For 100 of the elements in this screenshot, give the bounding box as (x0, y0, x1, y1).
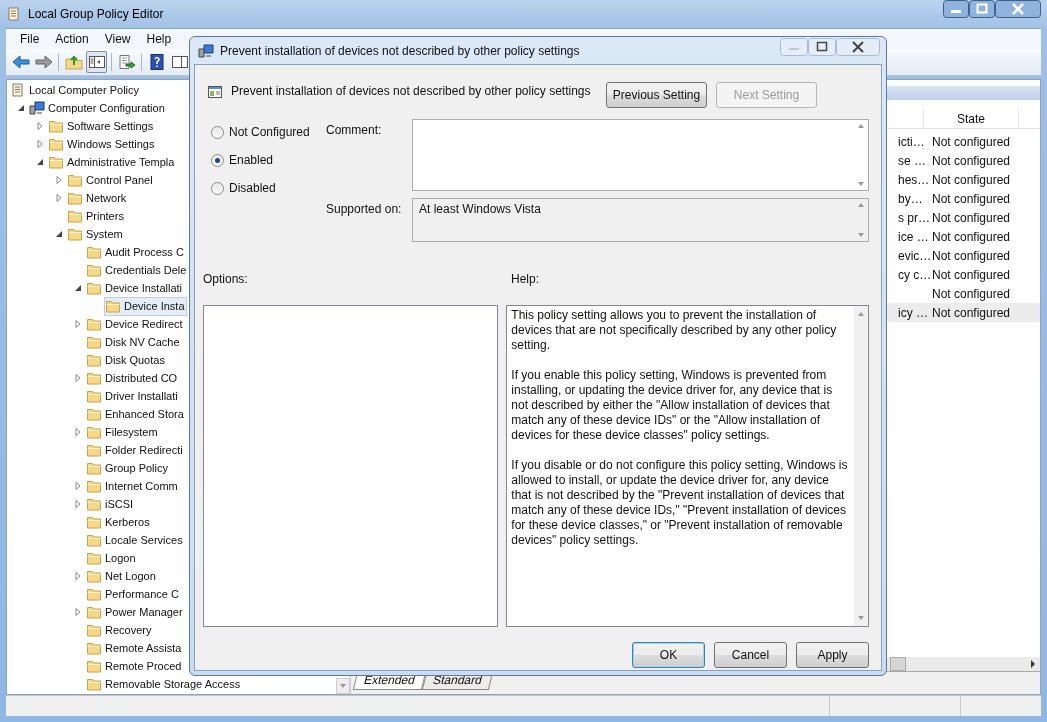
tree-item[interactable]: Local Computer Policy (9, 80, 142, 100)
close-button[interactable] (836, 38, 880, 56)
dialog-button[interactable]: Apply (796, 642, 869, 668)
tree-item[interactable]: Kerberos (85, 512, 152, 532)
tree-item[interactable]: Printers (66, 206, 126, 226)
menu-item[interactable]: Action (47, 32, 97, 46)
tree-item[interactable]: Control Panel (66, 170, 155, 190)
menu-item[interactable]: Help (138, 32, 180, 46)
tree-item[interactable]: Windows Settings (47, 134, 157, 154)
tree-item[interactable]: Device Insta (104, 296, 187, 316)
tree-item[interactable]: Distributed CO (85, 368, 180, 388)
back-arrow-icon (11, 54, 30, 70)
expand-arrow-icon[interactable] (74, 482, 82, 490)
tree-item[interactable]: Performance C (85, 584, 181, 604)
tree-item[interactable]: Remote Assista (85, 638, 184, 658)
collapse-arrow-icon[interactable] (55, 230, 63, 238)
dialog-title: Prevent installation of devices not described by other policy settings (220, 43, 580, 58)
tree-item[interactable]: Filesystem (85, 422, 160, 442)
folder-icon (86, 244, 102, 260)
table-cell-text: Not configured (931, 134, 1011, 149)
tree-item[interactable]: Group Policy (85, 458, 170, 478)
collapse-arrow-icon[interactable] (74, 284, 82, 292)
menu-item[interactable]: File (12, 32, 48, 46)
expand-arrow-icon[interactable] (74, 320, 82, 328)
tree-item[interactable]: Device Redirect (85, 314, 185, 334)
radio-label[interactable]: Not Configured (229, 125, 310, 139)
scroll-down-icon[interactable] (858, 616, 864, 620)
menu-item[interactable]: View (96, 32, 139, 46)
table-cell: evic… (898, 248, 932, 263)
tree-item[interactable]: Internet Comm (85, 476, 180, 496)
scroll-up-icon[interactable] (858, 312, 864, 316)
comment-field[interactable] (412, 119, 869, 191)
table-cell: cy c… (898, 267, 932, 282)
tree-item[interactable]: Folder Redirecti (85, 440, 185, 460)
tree-item[interactable]: Removable Storage Access (85, 674, 243, 694)
dialog-button[interactable]: Cancel (714, 642, 787, 668)
scroll-down-icon[interactable] (858, 233, 864, 237)
tree-item[interactable]: Recovery (85, 620, 154, 640)
tree-item[interactable]: Driver Installati (85, 386, 180, 406)
column-header[interactable]: State (924, 109, 1019, 128)
table-cell: icy … (898, 305, 928, 320)
folder-icon (86, 478, 102, 494)
expand-arrow-icon[interactable] (74, 572, 82, 580)
radio-button[interactable] (211, 181, 224, 195)
close-button[interactable] (995, 0, 1041, 18)
tree-item[interactable]: Disk Quotas (85, 350, 167, 370)
folder-icon (86, 568, 102, 584)
scroll-up-icon[interactable] (858, 124, 864, 128)
expand-arrow-icon[interactable] (74, 428, 82, 436)
table-cell-text: Not configured (931, 191, 1011, 206)
collapse-arrow-icon[interactable] (17, 104, 25, 112)
scroll-down-icon[interactable] (858, 182, 864, 186)
tree-item[interactable]: Software Settings (47, 116, 156, 136)
tree-item[interactable]: Power Manager (85, 602, 185, 622)
tree-item[interactable]: Net Logon (85, 566, 158, 586)
expand-arrow-icon[interactable] (55, 176, 63, 184)
policy-heading: Prevent installation of devices not described by other policy settings (231, 84, 591, 98)
table-cell: ice … (898, 229, 929, 244)
tree-item[interactable]: Credentials Dele (85, 260, 189, 280)
tree-item[interactable]: Audit Process C (85, 242, 186, 262)
tree-item[interactable]: Administrative Templa (47, 152, 177, 172)
expand-arrow-icon[interactable] (36, 122, 44, 130)
nav-button[interactable]: Previous Setting (606, 82, 707, 108)
radio-label[interactable]: Enabled (229, 153, 274, 167)
tree-item[interactable]: System (66, 224, 125, 244)
folder-icon (86, 622, 102, 638)
maximize-button[interactable] (969, 0, 995, 18)
radio-button[interactable] (211, 153, 224, 167)
forward-arrow-icon (34, 54, 53, 70)
dialog-button[interactable]: OK (632, 642, 705, 668)
tree-item[interactable]: iSCSI (85, 494, 136, 514)
tree-item[interactable]: Network (66, 188, 129, 208)
folder-icon (86, 442, 102, 458)
tree-item[interactable]: Disk NV Cache (85, 332, 182, 352)
folder-icon (86, 550, 102, 566)
radio-label[interactable]: Disabled (229, 181, 276, 195)
tree-item[interactable]: Device Installati (85, 278, 185, 298)
minimize-button[interactable] (943, 0, 969, 18)
expand-arrow-icon[interactable] (74, 608, 82, 616)
collapse-arrow-icon[interactable] (36, 158, 44, 166)
expand-arrow-icon[interactable] (74, 500, 82, 508)
table-cell-text: Not configured (931, 229, 1011, 244)
scroll-up-icon[interactable] (858, 203, 864, 207)
help-paragraph: This policy setting allows you to prevent the installation of devices that are not specifically described by any other policy setting. (511, 308, 838, 353)
scroll-down-button[interactable] (336, 678, 350, 694)
tree-item[interactable]: Logon (85, 548, 138, 568)
folder-icon (86, 676, 102, 692)
maximize-button[interactable] (808, 38, 836, 56)
toolbar-button[interactable] (86, 51, 107, 73)
radio-button[interactable] (211, 125, 224, 139)
folder-icon (86, 280, 102, 296)
expand-arrow-icon[interactable] (55, 194, 63, 202)
expand-arrow-icon[interactable] (36, 140, 44, 148)
tree-item[interactable]: Locale Services (85, 530, 185, 550)
tree-item[interactable]: Enhanced Stora (85, 404, 186, 424)
tree-item[interactable]: Computer Configuration (28, 98, 167, 118)
scroll-thumb[interactable] (890, 657, 906, 671)
table-cell-text: Not configured (931, 305, 1011, 320)
expand-arrow-icon[interactable] (74, 374, 82, 382)
tree-item[interactable]: Remote Proced (85, 656, 184, 676)
